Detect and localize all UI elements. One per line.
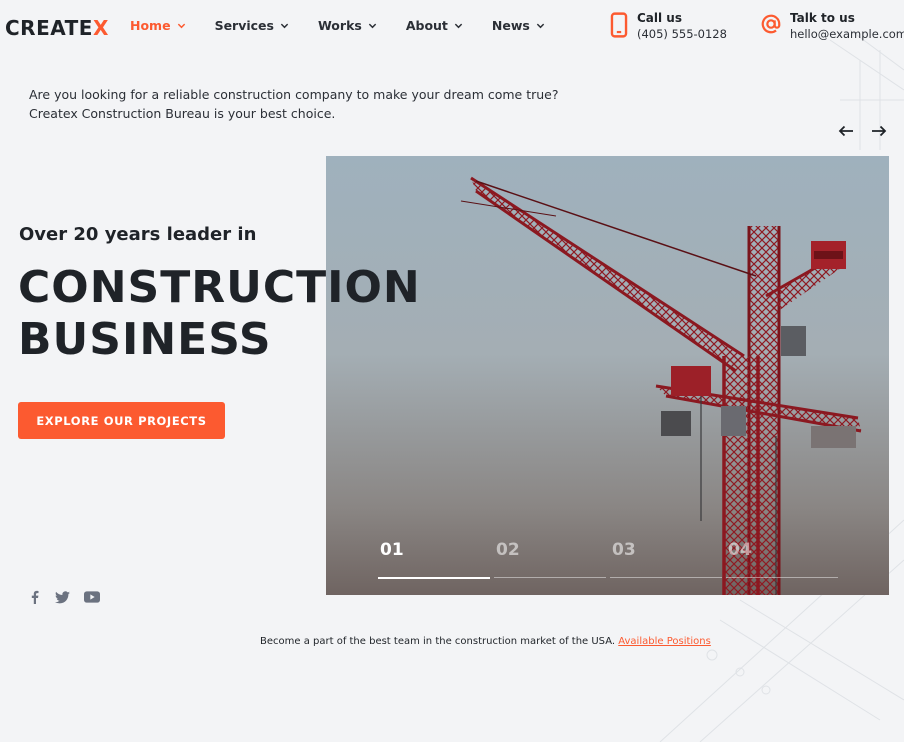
chevron-down-icon [368, 23, 376, 29]
hero-subtitle: Over 20 years leader in [19, 224, 257, 245]
slide-indicator-3[interactable]: 03 [610, 540, 722, 579]
intro-line-2: Createx Construction Bureau is your best… [29, 106, 336, 121]
explore-projects-button[interactable]: EXPLORE OUR PROJECTS [18, 402, 225, 439]
contact-phone-value: (405) 555-0128 [637, 27, 727, 41]
hero-title: CONSTRUCTION BUSINESS [18, 262, 421, 366]
chevron-down-icon [454, 23, 463, 29]
nav-item-home[interactable]: Home [130, 18, 186, 33]
footer-note: Become a part of the best team in the co… [260, 636, 711, 647]
intro-text: Are you looking for a reliable construct… [29, 85, 559, 123]
contact-phone-label: Call us [637, 11, 682, 25]
chevron-down-icon [280, 23, 289, 29]
nav-item-news[interactable]: News [492, 18, 545, 33]
logo[interactable]: CREATEX [5, 16, 109, 40]
arrow-right-icon[interactable] [870, 122, 888, 140]
slide-number: 03 [612, 540, 636, 560]
hero-image [326, 156, 889, 595]
logo-accent: X [92, 16, 109, 40]
slide-bar [610, 577, 722, 578]
nav-item-label: News [491, 18, 530, 33]
phone-icon [610, 12, 628, 38]
arrow-left-icon[interactable] [837, 122, 855, 140]
main-nav: Home Services Works About News [130, 18, 574, 33]
footer-text: Become a part of the best team in the co… [260, 636, 616, 647]
slide-bar [494, 577, 606, 578]
nav-item-label: Home [130, 18, 171, 33]
slide-number: 02 [496, 540, 520, 560]
chevron-down-icon [177, 23, 185, 29]
hero-title-line-2: BUSINESS [18, 314, 272, 365]
slide-bar [726, 577, 838, 578]
contact-email-value: hello@example.com [790, 27, 904, 41]
social-links [29, 590, 100, 604]
nav-item-works[interactable]: Works [318, 18, 377, 33]
hero-title-line-1: CONSTRUCTION [18, 262, 421, 313]
slide-indicator-1[interactable]: 01 [378, 540, 490, 579]
facebook-icon[interactable] [29, 590, 41, 604]
contact-email[interactable]: Talk to us hello@example.com [760, 11, 904, 41]
slide-bar [378, 577, 490, 579]
slide-indicator-2[interactable]: 02 [494, 540, 606, 579]
available-positions-link[interactable]: Available Positions [618, 636, 711, 647]
chevron-down-icon [536, 23, 545, 29]
nav-item-label: About [405, 18, 448, 33]
slide-indicator-4[interactable]: 04 [726, 540, 838, 579]
nav-item-about[interactable]: About [406, 18, 463, 33]
youtube-icon[interactable] [84, 591, 100, 603]
slide-number: 01 [380, 540, 404, 560]
nav-item-label: Services [214, 18, 274, 33]
nav-item-label: Works [317, 18, 362, 33]
at-icon [761, 14, 781, 34]
slide-indicators: 01 02 03 04 [378, 540, 842, 579]
logo-text: CREATE [5, 16, 93, 40]
slider-arrows [837, 122, 888, 140]
intro-line-1: Are you looking for a reliable construct… [29, 87, 559, 102]
slide-number: 04 [728, 540, 752, 560]
twitter-icon[interactable] [55, 590, 70, 604]
contact-email-label: Talk to us [790, 11, 855, 25]
contact-phone[interactable]: Call us (405) 555-0128 [609, 11, 727, 41]
crane-illustration [460, 176, 862, 595]
site-header: CREATEX Home Services Works About News C… [0, 0, 904, 52]
nav-item-services[interactable]: Services [215, 18, 289, 33]
